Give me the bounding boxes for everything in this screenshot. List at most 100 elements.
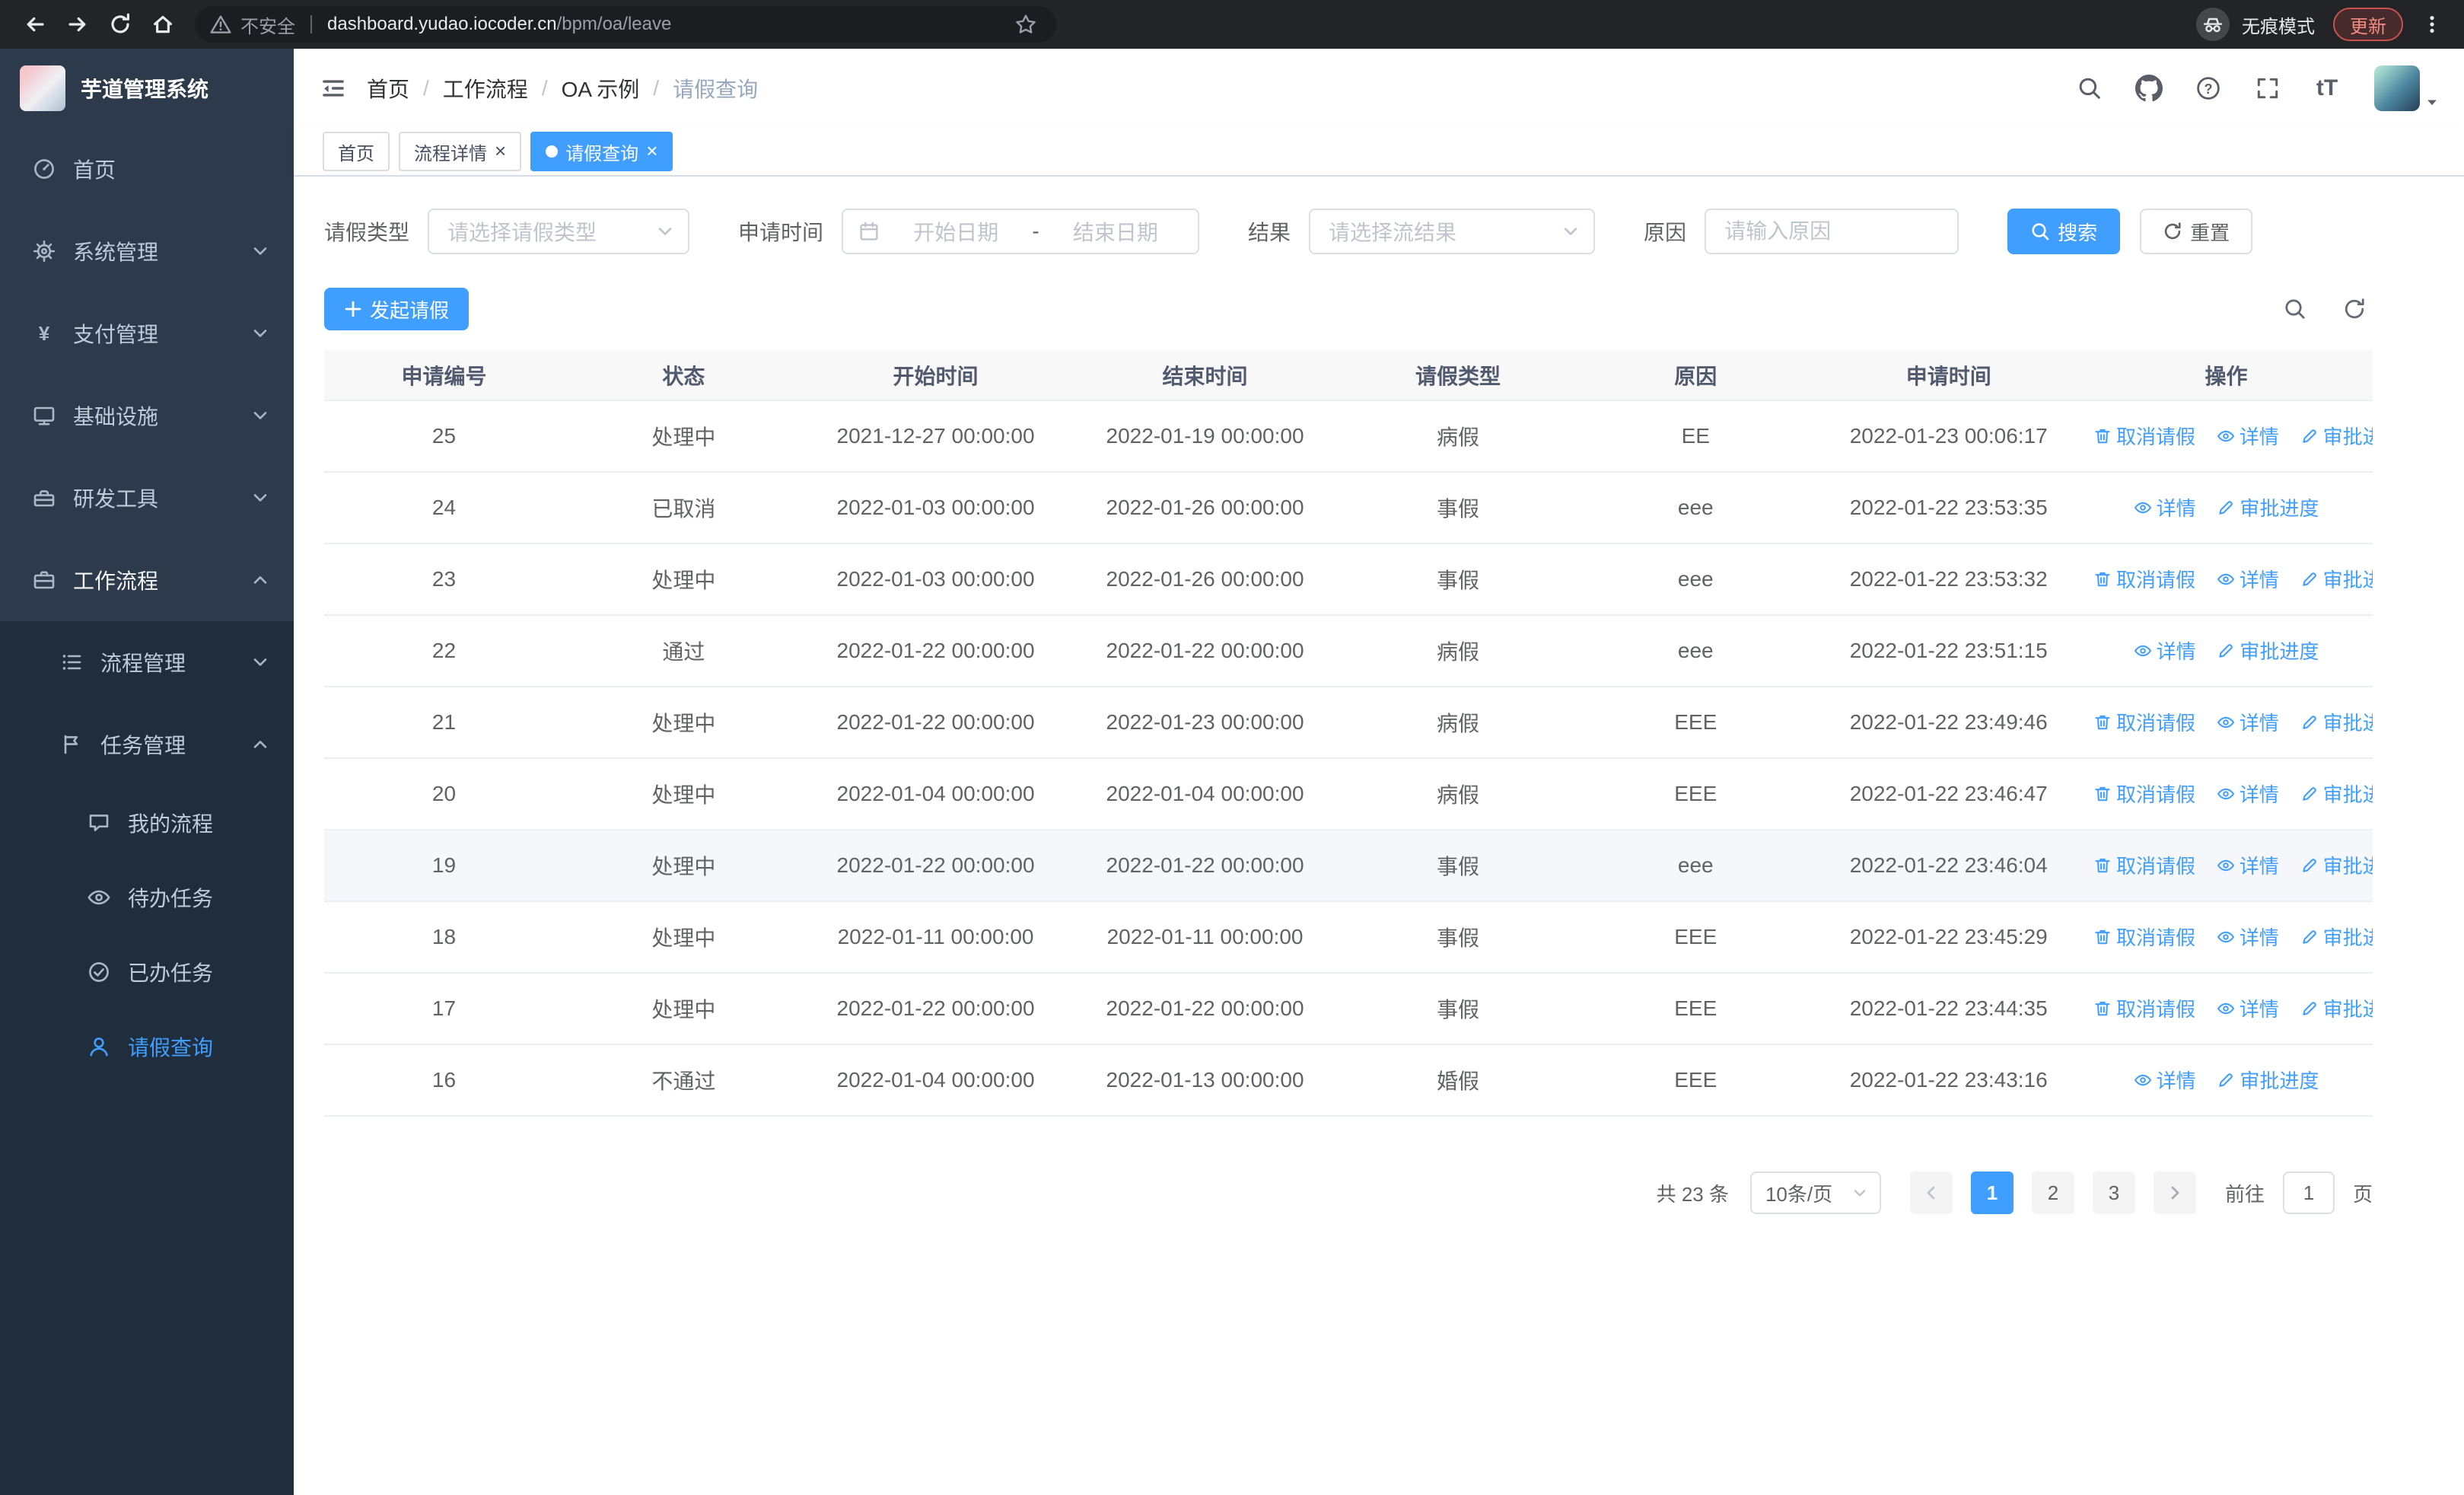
cell-end-time: 2022-01-22 00:00:00 [1068, 973, 1342, 1045]
sidebar-item-process-management[interactable]: 流程管理 [0, 621, 294, 703]
apply-time-range-picker[interactable]: 开始日期 - 结束日期 [842, 209, 1200, 254]
goto-page-input[interactable] [2282, 1171, 2335, 1214]
address-bar[interactable]: 不安全 dashboard.yudao.iocoder.cn/bpm/oa/le… [195, 6, 1056, 43]
header-search-icon[interactable] [2071, 70, 2108, 107]
detail-link[interactable]: 详情 [2134, 1066, 2196, 1094]
page-button-2[interactable]: 2 [2031, 1171, 2074, 1214]
sidebar-item-my-process[interactable]: 我的流程 [0, 786, 294, 860]
fullscreen-icon[interactable] [2249, 70, 2286, 107]
detail-link[interactable]: 详情 [2217, 565, 2279, 593]
cancel-leave-link[interactable]: 取消请假 [2093, 565, 2195, 593]
approval-progress-link[interactable]: 审批进度 [2300, 994, 2373, 1022]
detail-link[interactable]: 详情 [2134, 636, 2196, 665]
detail-link[interactable]: 详情 [2217, 994, 2279, 1022]
detail-link[interactable]: 详情 [2217, 851, 2279, 879]
list-icon [58, 649, 85, 676]
breadcrumb-workflow[interactable]: 工作流程 [443, 73, 528, 104]
breadcrumb-oa-example[interactable]: OA 示例 [562, 73, 640, 104]
sidebar-item-todo-tasks[interactable]: 待办任务 [0, 860, 294, 935]
cancel-leave-link[interactable]: 取消请假 [2093, 779, 2195, 808]
browser-reload-icon[interactable] [100, 5, 140, 44]
github-icon[interactable] [2131, 70, 2167, 107]
close-icon[interactable] [646, 141, 657, 163]
app-logo[interactable]: 芋道管理系统 [0, 49, 294, 128]
detail-link[interactable]: 详情 [2217, 708, 2279, 736]
prev-page-button[interactable] [1909, 1171, 1953, 1214]
sidebar-item-system[interactable]: 系统管理 [0, 210, 294, 292]
approval-progress-link[interactable]: 审批进度 [2217, 493, 2319, 521]
browser-back-icon[interactable] [15, 5, 55, 44]
leave-type-label: 请假类型 [324, 221, 410, 244]
font-size-icon[interactable] [2309, 70, 2345, 107]
search-button[interactable]: 搜索 [2007, 209, 2121, 254]
sidebar-item-dev-tools[interactable]: 研发工具 [0, 457, 294, 539]
table-row: 16 不通过 2022-01-04 00:00:00 2022-01-13 00… [324, 1044, 2373, 1117]
reset-button[interactable]: 重置 [2140, 209, 2253, 254]
refresh-table-icon[interactable] [2336, 291, 2373, 327]
approval-progress-link[interactable]: 审批进度 [2217, 636, 2319, 665]
sidebar-item-infrastructure[interactable]: 基础设施 [0, 375, 294, 457]
chevron-down-icon [251, 489, 269, 507]
cell-end-time: 2022-01-11 00:00:00 [1068, 901, 1342, 974]
help-icon[interactable]: ? [2190, 70, 2227, 107]
close-icon[interactable] [495, 141, 506, 163]
browser-forward-icon[interactable] [58, 5, 97, 44]
workflow-submenu: 流程管理 任务管理 我的流程 待办任务 已办任务 请假查询 [0, 621, 294, 1084]
sidebar-collapse-icon[interactable] [312, 67, 355, 110]
breadcrumb-home[interactable]: 首页 [367, 73, 409, 104]
detail-link[interactable]: 详情 [2134, 493, 2196, 521]
next-page-button[interactable] [2153, 1171, 2196, 1214]
browser-home-icon[interactable] [143, 5, 183, 44]
create-leave-button[interactable]: 发起请假 [324, 288, 470, 330]
approval-progress-link[interactable]: 审批进度 [2300, 923, 2373, 951]
sidebar-item-payment[interactable]: ¥ 支付管理 [0, 292, 294, 375]
reason-input[interactable] [1705, 209, 1959, 254]
page-button-3[interactable]: 3 [2092, 1171, 2135, 1214]
tab-process-detail[interactable]: 流程详情 [399, 132, 522, 171]
cancel-leave-link[interactable]: 取消请假 [2093, 994, 2195, 1022]
leave-type-select[interactable]: 请选择请假类型 [428, 209, 690, 254]
sidebar-item-leave-query[interactable]: 请假查询 [0, 1009, 294, 1084]
tab-leave-query[interactable]: 请假查询 [530, 132, 673, 171]
approval-progress-link[interactable]: 审批进度 [2300, 851, 2373, 879]
toggle-search-icon[interactable] [2277, 291, 2313, 327]
table-row: 20 处理中 2022-01-04 00:00:00 2022-01-04 00… [324, 758, 2373, 830]
cell-apply-time: 2022-01-23 00:06:17 [1817, 400, 2080, 473]
bookmark-star-icon[interactable] [1011, 9, 1041, 40]
detail-link[interactable]: 详情 [2217, 779, 2279, 808]
approval-progress-link[interactable]: 审批进度 [2217, 1066, 2319, 1094]
approval-progress-link[interactable]: 审批进度 [2300, 422, 2373, 450]
cell-start-time: 2022-01-22 00:00:00 [803, 615, 1068, 687]
result-select[interactable]: 请选择流结果 [1309, 209, 1596, 254]
cancel-leave-link[interactable]: 取消请假 [2093, 422, 2195, 450]
detail-label: 详情 [2239, 783, 2279, 807]
approval-progress-link[interactable]: 审批进度 [2300, 565, 2373, 593]
cancel-leave-label: 取消请假 [2115, 783, 2195, 807]
approval-progress-label: 审批进度 [2322, 855, 2373, 878]
detail-link[interactable]: 详情 [2217, 923, 2279, 951]
breadcrumb-separator: / [541, 76, 548, 100]
sidebar-item-done-tasks[interactable]: 已办任务 [0, 935, 294, 1009]
cell-end-time: 2022-01-22 00:00:00 [1068, 615, 1342, 687]
detail-link[interactable]: 详情 [2217, 422, 2279, 450]
goto-label: 前往 [2224, 1182, 2265, 1206]
approval-progress-link[interactable]: 审批进度 [2300, 779, 2373, 808]
browser-menu-icon[interactable] [2415, 8, 2449, 41]
approval-progress-link[interactable]: 审批进度 [2300, 708, 2373, 736]
tab-home[interactable]: 首页 [323, 132, 390, 171]
cancel-leave-link[interactable]: 取消请假 [2093, 851, 2195, 879]
cell-end-time: 2022-01-23 00:00:00 [1068, 687, 1342, 759]
sidebar-item-home[interactable]: 首页 [0, 128, 294, 210]
page-button-1[interactable]: 1 [1970, 1171, 2014, 1214]
user-menu[interactable] [2374, 65, 2440, 111]
cancel-leave-link[interactable]: 取消请假 [2093, 708, 2195, 736]
sidebar-item-workflow[interactable]: 工作流程 [0, 539, 294, 621]
cell-operations: 详情 审批进度 [2079, 615, 2373, 687]
browser-update-button[interactable]: 更新 [2333, 8, 2403, 41]
cancel-leave-link[interactable]: 取消请假 [2093, 923, 2195, 951]
cell-start-time: 2022-01-03 00:00:00 [803, 472, 1068, 544]
chevron-down-icon [1851, 1184, 1869, 1202]
page-size-select[interactable]: 10条/页 [1749, 1171, 1881, 1214]
briefcase-icon [30, 566, 58, 594]
sidebar-item-task-management[interactable]: 任务管理 [0, 703, 294, 786]
